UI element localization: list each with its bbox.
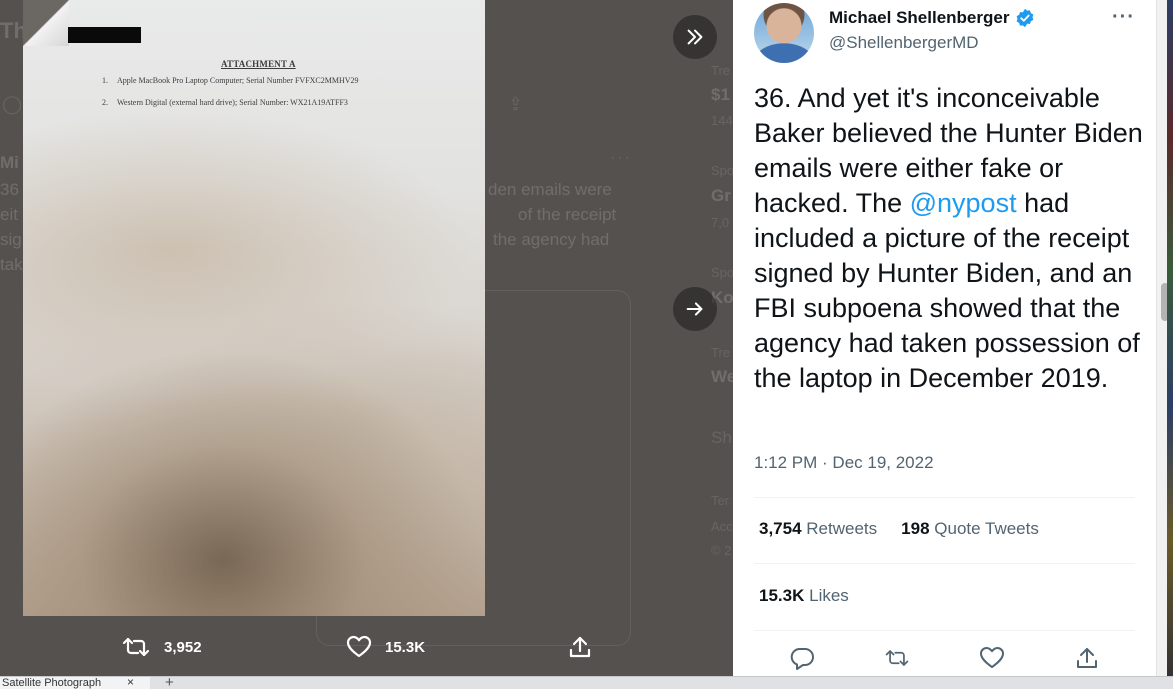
ghost-line: the agency had	[493, 230, 610, 249]
likes-label: Likes	[809, 586, 849, 605]
close-tab-icon[interactable]: ×	[127, 677, 134, 689]
ghost-trend-count: 7,0	[711, 215, 730, 230]
browser-tab-title: Satellite Photograph	[2, 677, 102, 689]
share-icon	[569, 636, 591, 658]
ghost-line: 36	[0, 180, 19, 199]
ghost-more-icon: ···	[610, 149, 632, 166]
ghost-trend-count: 144	[711, 113, 733, 128]
ghost-footer-link: Acc	[711, 519, 733, 534]
divider	[754, 497, 1135, 498]
ghost-trend-value: $1	[711, 85, 730, 104]
ghost-line: of the receipt	[518, 205, 617, 224]
ghost-reply-icon: ◯	[2, 94, 23, 114]
author-display-name[interactable]: Michael Shellenberger	[829, 8, 1009, 28]
document-item-text: Apple MacBook Pro Laptop Computer; Seria…	[117, 76, 359, 85]
tweet-timestamp[interactable]: 1:12 PM · Dec 19, 2022	[754, 453, 934, 473]
retweet-icon	[885, 650, 909, 666]
author-handle[interactable]: @ShellenbergerMD	[829, 33, 979, 53]
document-item-number: 1.	[102, 76, 108, 85]
more-options-icon[interactable]: ···	[1112, 6, 1135, 29]
ghost-trend-label: Tre	[711, 63, 731, 78]
avatar[interactable]	[754, 3, 814, 63]
document-item: 1. Apple MacBook Pro Laptop Computer; Ser…	[102, 76, 359, 85]
media-share-button[interactable]	[568, 632, 592, 662]
browser-tab-strip: Satellite Photograph × +	[0, 674, 1173, 689]
reply-icon	[790, 648, 814, 670]
tweet-text-part: had included a picture of the receipt si…	[754, 188, 1140, 393]
ghost-trend-label: Spo	[711, 265, 733, 280]
double-chevron-right-icon	[687, 29, 703, 45]
share-icon	[1077, 648, 1098, 668]
retweets-stat[interactable]: 3,754 Retweets	[759, 519, 877, 539]
document-heading: ATTACHMENT A	[221, 59, 296, 69]
page-corner-fold	[23, 0, 69, 46]
quote-tweets-stat[interactable]: 198 Quote Tweets	[901, 519, 1039, 539]
ghost-trend-value: Gr	[711, 186, 731, 205]
likes-stat[interactable]: 15.3K Likes	[759, 586, 849, 606]
ghost-line: tak	[0, 255, 23, 274]
divider	[754, 630, 1135, 631]
document-item-text: Western Digital (external hard drive); S…	[117, 98, 348, 107]
quote-tweets-count: 198	[901, 519, 930, 538]
document-item: 2. Western Digital (external hard drive);…	[102, 98, 348, 107]
retweets-label: Retweets	[806, 519, 878, 538]
new-tab-icon[interactable]: +	[165, 674, 174, 689]
divider	[754, 563, 1135, 564]
document-item-number: 2.	[102, 98, 108, 107]
heart-icon	[980, 647, 1005, 668]
redaction-bar	[68, 27, 141, 43]
engagement-stats: 3,754 Retweets 198 Quote Tweets	[759, 519, 1039, 539]
adjacent-window-edge	[1167, 0, 1173, 676]
ghost-author: Mi	[0, 153, 19, 172]
like-button[interactable]	[979, 645, 1005, 671]
retweets-count: 3,754	[759, 519, 802, 538]
tweet-text: 36. And yet it's inconceivable Baker bel…	[754, 81, 1144, 396]
quote-tweets-label: Quote Tweets	[934, 519, 1039, 538]
media-like-button[interactable]: 15.3K	[346, 632, 425, 662]
tweet-action-bar	[754, 645, 1135, 671]
heart-icon	[346, 635, 372, 658]
ghost-share-icon: ⇪	[508, 94, 524, 114]
next-image-button[interactable]	[673, 287, 717, 331]
tweet-detail-panel: Michael Shellenberger @ShellenbergerMD ·…	[733, 0, 1156, 676]
author-name-row: Michael Shellenberger	[829, 8, 1035, 28]
mention-link[interactable]: @nypost	[910, 188, 1017, 218]
ghost-trend-value: We	[711, 367, 733, 386]
tweet-photo[interactable]: ATTACHMENT A 1. Apple MacBook Pro Laptop …	[23, 0, 485, 616]
ghost-footer-link: © 2	[711, 543, 732, 558]
media-like-count: 15.3K	[385, 638, 426, 656]
verified-badge-icon	[1017, 8, 1034, 28]
ghost-trend-label: Tre	[711, 345, 731, 360]
ghost-trend-label: Spo	[711, 163, 733, 178]
share-button[interactable]	[1074, 645, 1100, 671]
retweet-button[interactable]	[884, 645, 910, 671]
collapse-panel-button[interactable]	[673, 15, 717, 59]
ghost-line: sig	[0, 230, 22, 249]
browser-tab[interactable]: Satellite Photograph ×	[0, 677, 150, 689]
media-retweet-button[interactable]: 3,952	[121, 632, 202, 662]
ghost-footer-link: Ter	[711, 493, 730, 508]
ghost-line: eit	[0, 205, 18, 224]
likes-count: 15.3K	[759, 586, 805, 605]
ghost-line: den emails were	[488, 180, 612, 199]
arrow-right-icon	[686, 302, 703, 316]
media-retweet-count: 3,952	[164, 638, 202, 656]
ghost-show-more: Sh	[711, 428, 732, 447]
retweet-icon	[122, 637, 150, 657]
reply-button[interactable]	[789, 645, 815, 671]
